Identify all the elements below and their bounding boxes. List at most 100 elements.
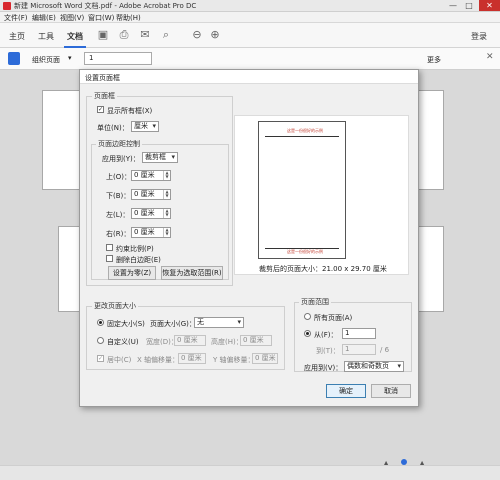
margin-control-legend: 页面边距控制 [96,139,142,149]
right-margin-label: 右(R)： [106,230,131,238]
y-offset-input[interactable]: 0 厘米 [252,353,278,364]
height-input[interactable]: 0 厘米 [240,335,272,346]
save-icon[interactable]: ▣ [96,28,110,42]
chevron-down-icon[interactable]: ▾ [68,54,72,62]
fixed-size-label: 固定大小(S) [107,320,145,328]
constrain-proportions-checkbox[interactable] [106,244,113,251]
from-page-value: 1 [345,329,350,337]
x-offset-input[interactable]: 0 厘米 [178,353,206,364]
prev-page-icon[interactable]: ⊖ [190,28,204,42]
from-page-input[interactable]: 1 [342,328,376,339]
login-link[interactable]: 登录 [471,31,487,42]
close-window-button[interactable]: ✕ [479,0,500,11]
close-toolbar-icon[interactable]: ✕ [486,52,494,62]
right-margin-value: 0 厘米 [134,228,155,236]
height-label: 高度(H)： [211,338,243,346]
range-apply-to-label: 应用到(V)： [304,364,343,372]
tab-document[interactable]: 文档 [67,31,83,42]
bottom-margin-label: 下(B)： [106,192,131,200]
left-margin-input[interactable]: 0 厘米 ▲ ▼ [131,208,171,219]
page-preview-sheet: 这是一份很好的示例 这是一份很好的示例 [258,121,346,259]
right-margin-input[interactable]: 0 厘米 ▲ ▼ [131,227,171,238]
apply-to-select[interactable]: 裁剪框 [142,152,178,163]
bottom-margin-input[interactable]: 0 厘米 ▲ ▼ [131,189,171,200]
dialog-title-bar: 设置页面框 [80,70,418,84]
menu-help[interactable]: 帮助(H) [116,13,141,23]
top-margin-input[interactable]: 0 厘米 ▲ ▼ [131,170,171,181]
range-apply-to-select[interactable]: 偶数和奇数页 [344,361,404,372]
menu-file[interactable]: 文件(F) [4,13,28,23]
x-offset-label: X 轴偏移量： [137,356,180,364]
ok-button[interactable]: 确定 [326,384,366,398]
cropped-size-caption: 裁剪后的页面大小：21.00 x 29.70 厘米 [259,265,387,273]
unit-select[interactable]: 厘米 [131,121,159,132]
preview-header-text: 这是一份很好的示例 [287,128,323,133]
apply-to-label: 应用到(Y)： [102,155,140,163]
page-range-legend: 页面范围 [299,297,331,307]
from-radio[interactable] [304,330,311,337]
custom-size-radio[interactable] [97,337,104,344]
organize-pages-label: 组织页面 [32,56,60,64]
y-offset-value: 0 厘米 [255,354,276,362]
tab-tools[interactable]: 工具 [38,31,54,42]
change-page-size-legend: 更改页面大小 [92,301,138,311]
menu-bar: 文件(F) 编辑(E) 视图(V) 窗口(W) 帮助(H) [0,12,500,23]
page-select[interactable]: 1 [84,52,152,65]
minimize-button[interactable]: — [446,0,460,11]
all-pages-label: 所有页面(A) [314,314,353,322]
y-offset-label: Y 轴偏移量： [213,356,255,364]
page-size-label: 页面大小(G)： [150,320,196,328]
page-box-legend: 页面框 [92,91,117,101]
maximize-button[interactable]: □ [462,0,476,11]
custom-size-label: 自定义(U) [107,338,139,346]
bottom-margin-value: 0 厘米 [134,190,155,198]
of-total-pages: / 6 [380,346,390,354]
status-bar [0,465,500,480]
x-offset-value: 0 厘米 [181,354,202,362]
preview-footer-text: 这是一份很好的示例 [287,249,323,254]
document-toolbar: 组织页面 ▾ 更多 ✕ [0,48,500,70]
page-size-select[interactable]: 无 [194,317,244,328]
left-margin-value: 0 厘米 [134,209,155,217]
fixed-size-radio[interactable] [97,319,104,326]
left-margin-label: 左(L)： [106,211,130,219]
next-page-icon[interactable]: ⊕ [208,28,222,42]
width-value: 0 厘米 [177,336,198,344]
email-icon[interactable]: ✉ [138,28,152,42]
remove-white-margins-label: 删除白边距(E) [116,256,161,264]
print-icon[interactable]: ⎙ [117,28,131,42]
tab-home[interactable]: 主页 [9,31,25,42]
acrobat-logo-icon [3,2,11,10]
set-to-zero-button[interactable]: 设置为零(Z) [108,266,156,280]
top-margin-value: 0 厘米 [134,171,155,179]
top-margin-label: 上(O)： [106,173,131,181]
height-value: 0 厘米 [243,336,264,344]
preview-header-line [265,136,339,137]
more-label: 更多 [427,56,441,64]
remove-white-margins-checkbox[interactable] [106,255,113,262]
revert-to-selection-button[interactable]: 恢复为选取范围(R) [161,266,223,280]
nav-bar: 主页 工具 文档 ▣ ⎙ ✉ ⌕ ⊖ ⊕ 1 / 6 登录 [0,23,500,66]
dialog-title: 设置页面框 [85,74,120,82]
constrain-proportions-label: 约束比例(P) [116,245,154,253]
menu-edit[interactable]: 编辑(E) [32,13,56,23]
search-icon[interactable]: ⌕ [159,28,173,42]
page-preview: 这是一份很好的示例 这是一份很好的示例 裁剪后的页面大小：21.00 x 29.… [234,115,409,275]
from-label: 从(F)： [314,331,338,339]
organize-pages-icon[interactable] [8,52,20,65]
menu-view[interactable]: 视图(V) [60,13,84,23]
title-bar: 新建 Microsoft Word 文档.pdf - Adobe Acrobat… [0,0,500,12]
to-page-value: 1 [345,345,350,353]
to-label: 到(T)： [316,347,340,355]
show-all-boxes-checkbox[interactable]: ✓ [97,106,104,113]
menu-window[interactable]: 窗口(W) [88,13,114,23]
all-pages-radio[interactable] [304,313,311,320]
show-all-boxes-label: 显示所有框(X) [107,107,153,115]
window-title: 新建 Microsoft Word 文档.pdf - Adobe Acrobat… [14,2,197,10]
more-label-wrap[interactable]: 更多 [427,55,441,65]
center-checkbox[interactable]: ✓ [97,355,104,362]
to-page-input[interactable]: 1 [342,344,376,355]
unit-label: 单位(N)： [97,124,129,132]
cancel-button[interactable]: 取消 [371,384,411,398]
width-input[interactable]: 0 厘米 [174,335,206,346]
